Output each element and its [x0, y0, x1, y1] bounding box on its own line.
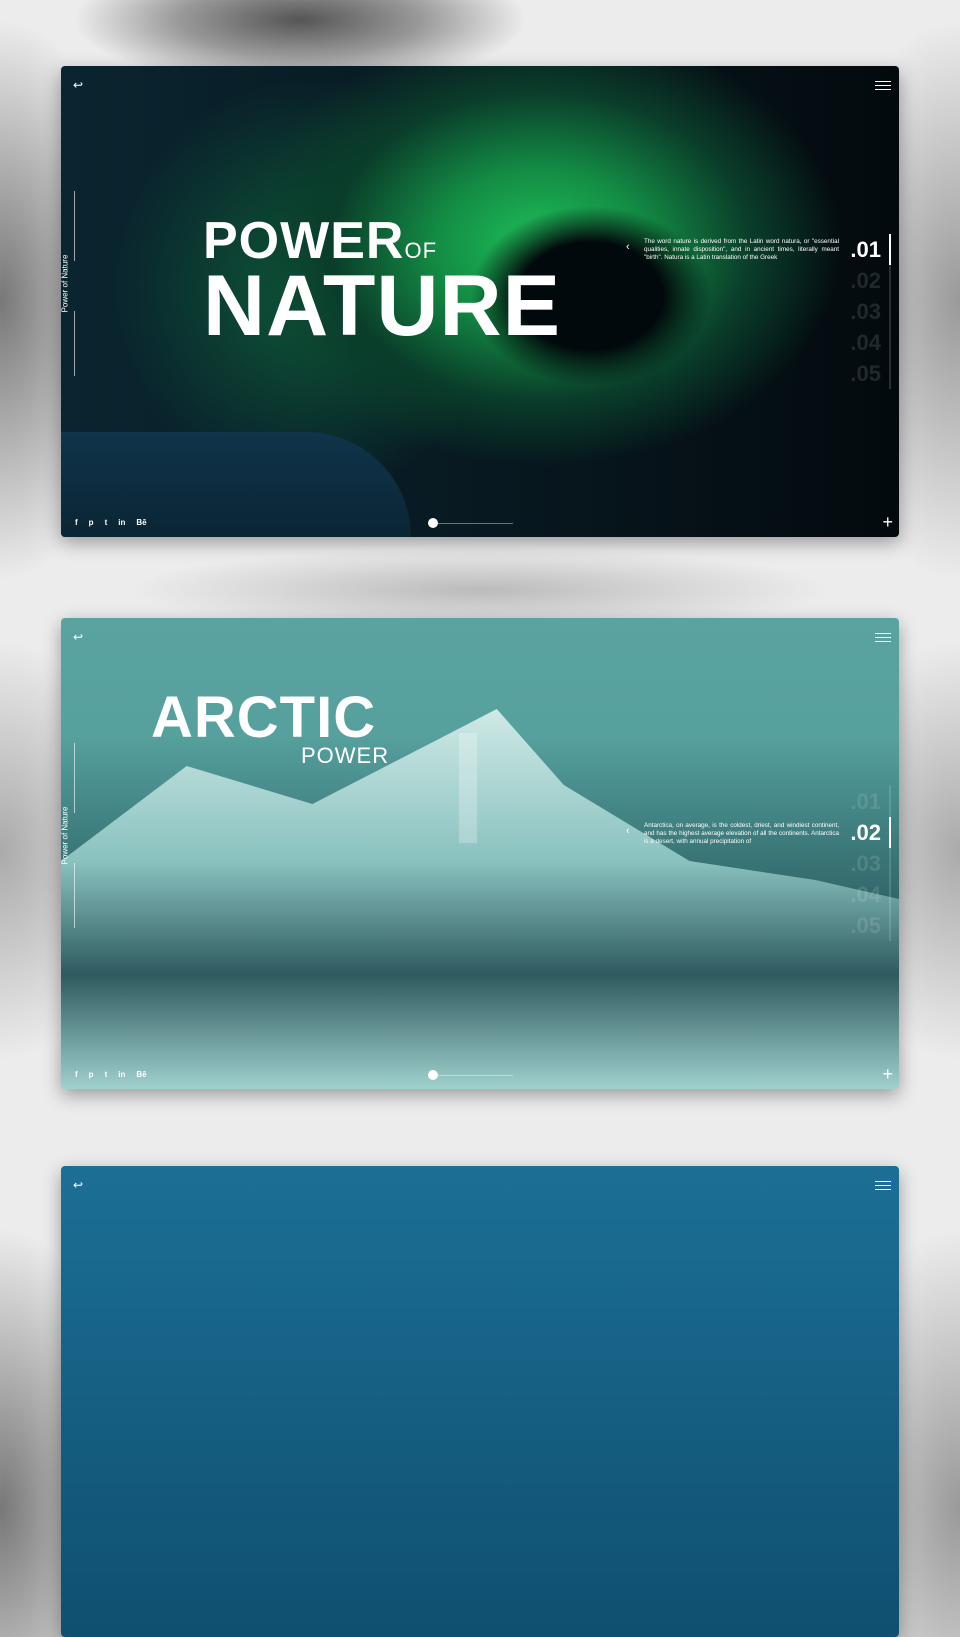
slide-description: The word nature is derived from the Lati… — [644, 238, 839, 261]
mountain-image — [61, 709, 899, 1089]
progress-track[interactable] — [438, 1074, 513, 1076]
linkedin-icon[interactable]: in — [118, 1070, 125, 1079]
prev-arrow-icon[interactable]: ‹ — [626, 825, 630, 837]
slide-number-05[interactable]: .05 — [850, 358, 891, 389]
slide-progress[interactable] — [428, 518, 513, 528]
pinterest-icon[interactable]: p — [89, 518, 94, 527]
slide-number-04[interactable]: .04 — [850, 879, 891, 910]
progress-handle[interactable] — [428, 518, 438, 528]
slide-numbers: .01 .02 .03 .04 .05 — [850, 786, 891, 941]
behance-icon[interactable]: Bē — [136, 1070, 146, 1079]
slide-arctic-power: ↩ Power of Nature ARCTIC POWER ‹ Antarct… — [61, 618, 899, 1089]
back-icon[interactable]: ↩ — [73, 78, 83, 92]
progress-handle[interactable] — [428, 1070, 438, 1080]
slide-description: Antarctica, on average, is the coldest, … — [644, 822, 839, 845]
plus-icon[interactable]: + — [882, 512, 893, 533]
menu-icon[interactable] — [875, 633, 891, 645]
menu-icon[interactable] — [875, 1181, 891, 1193]
slide-progress[interactable] — [428, 1070, 513, 1080]
slide-number-03[interactable]: .03 — [850, 848, 891, 879]
divider — [74, 743, 75, 813]
title-arctic: ARCTIC — [151, 685, 377, 750]
slide-number-02[interactable]: .02 — [850, 817, 891, 848]
slide-number-04[interactable]: .04 — [850, 327, 891, 358]
divider — [74, 863, 75, 928]
slide-numbers: .01 .02 .03 .04 .05 — [850, 234, 891, 389]
back-icon[interactable]: ↩ — [73, 630, 83, 644]
social-links: f p t in Bē — [75, 1070, 147, 1079]
slide-power-of-nature: ↩ Power of Nature POWEROF NATURE ‹ The w… — [61, 66, 899, 537]
divider — [74, 191, 75, 261]
divider — [74, 311, 75, 376]
facebook-icon[interactable]: f — [75, 1070, 78, 1079]
facebook-icon[interactable]: f — [75, 518, 78, 527]
pinterest-icon[interactable]: p — [89, 1070, 94, 1079]
social-links: f p t in Bē — [75, 518, 147, 527]
linkedin-icon[interactable]: in — [118, 518, 125, 527]
behance-icon[interactable]: Bē — [136, 518, 146, 527]
prev-arrow-icon[interactable]: ‹ — [626, 241, 630, 253]
slide-third: ↩ — [61, 1166, 899, 1637]
twitter-icon[interactable]: t — [105, 518, 108, 527]
side-label: Power of Nature — [61, 806, 70, 865]
back-icon[interactable]: ↩ — [73, 1178, 83, 1192]
title-nature: NATURE — [203, 258, 561, 354]
slide-number-02[interactable]: .02 — [850, 265, 891, 296]
twitter-icon[interactable]: t — [105, 1070, 108, 1079]
slide-number-03[interactable]: .03 — [850, 296, 891, 327]
decorative-bar — [459, 733, 477, 843]
title-power: POWER — [301, 743, 390, 768]
menu-icon[interactable] — [875, 81, 891, 93]
progress-track[interactable] — [438, 522, 513, 524]
slide-number-01[interactable]: .01 — [850, 786, 891, 817]
side-label: Power of Nature — [61, 254, 70, 313]
plus-icon[interactable]: + — [882, 1064, 893, 1085]
slide-number-01[interactable]: .01 — [850, 234, 891, 265]
slide-number-05[interactable]: .05 — [850, 910, 891, 941]
